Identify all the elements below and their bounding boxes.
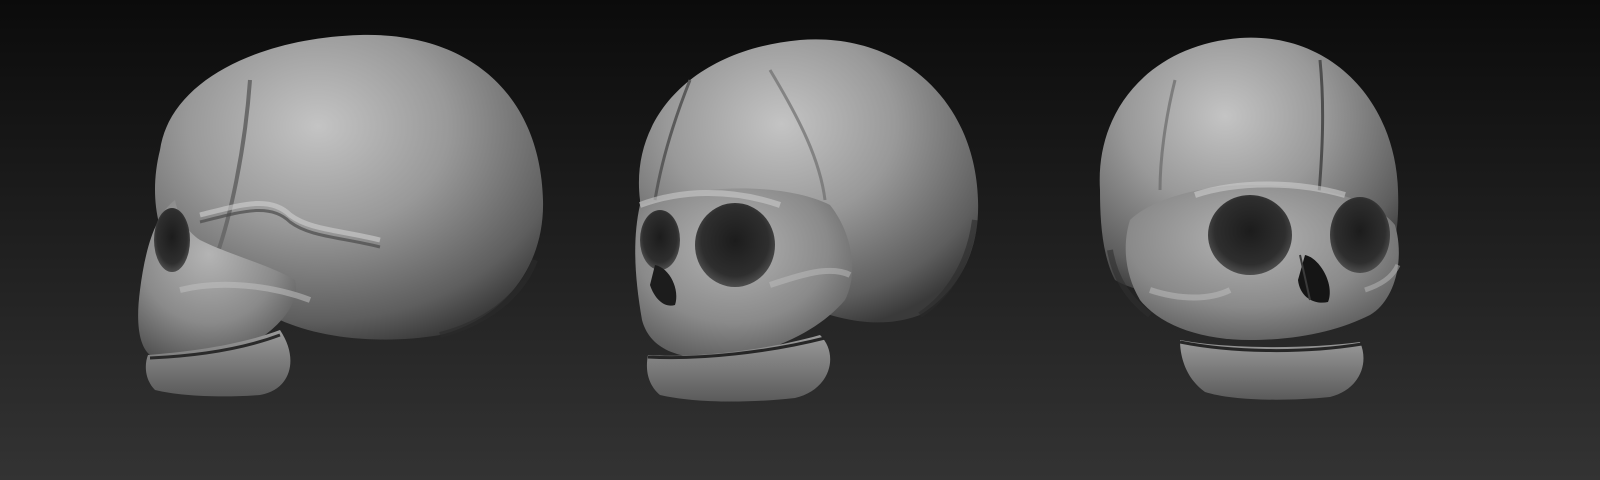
sculpt-viewport[interactable] bbox=[0, 0, 1600, 480]
skull-render bbox=[138, 34, 1401, 402]
skull-front-orbit-right bbox=[1330, 197, 1390, 273]
skull-front-orbit-left bbox=[1208, 195, 1292, 275]
skull-three-quarter-view bbox=[635, 39, 979, 402]
skull-front-view bbox=[1099, 37, 1401, 400]
skull-threequarter-orbit-right bbox=[695, 203, 775, 287]
skull-side-view bbox=[138, 34, 544, 397]
skull-side-orbit bbox=[154, 208, 190, 272]
skull-threequarter-orbit-left bbox=[640, 210, 680, 270]
